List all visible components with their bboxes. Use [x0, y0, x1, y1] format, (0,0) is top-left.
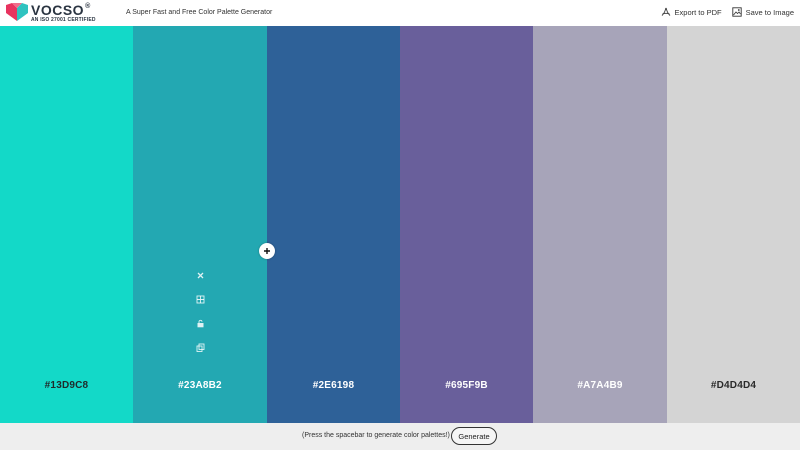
export-pdf-label: Export to PDF [674, 7, 722, 17]
close-tool-button[interactable] [195, 270, 205, 280]
add-color-button[interactable] [259, 243, 275, 259]
hex-code-label[interactable]: #23A8B2 [133, 380, 267, 391]
grid-tool-button[interactable] [195, 294, 205, 304]
copy-tool-button[interactable] [195, 342, 205, 352]
logo-subtitle: AN ISO 27001 CERTIFIED [31, 17, 96, 23]
hex-code-label[interactable]: #D4D4D4 [667, 380, 800, 391]
logo-registered-mark: ® [85, 3, 91, 10]
hex-code-label[interactable]: #A7A4B9 [533, 380, 667, 391]
color-swatch[interactable]: #A7A4B9 [533, 26, 667, 423]
copy-icon [196, 343, 204, 352]
vocso-logo-mark-icon [6, 3, 28, 21]
close-icon [197, 272, 203, 278]
color-swatch[interactable]: #13D9C8 [0, 26, 133, 423]
header-actions: Export to PDF Save to Image [661, 7, 794, 17]
lock-tool-button[interactable] [195, 318, 205, 328]
pdf-icon [661, 7, 670, 16]
grid-icon [196, 295, 204, 303]
spacebar-hint: (Press the spacebar to generate color pa… [302, 432, 450, 439]
tagline: A Super Fast and Free Color Palette Gene… [126, 9, 273, 16]
hex-code-label[interactable]: #695F9B [400, 380, 533, 391]
generate-button[interactable]: Generate [451, 427, 497, 445]
save-image-label: Save to Image [745, 7, 794, 17]
hex-code-label[interactable]: #2E6198 [267, 380, 400, 391]
footer-bar: (Press the spacebar to generate color pa… [0, 423, 800, 450]
lock-icon [197, 319, 203, 327]
logo-wordmark: VOCSO [31, 2, 85, 18]
hex-code-label[interactable]: #13D9C8 [0, 380, 133, 391]
app-header: VOCSO ® AN ISO 27001 CERTIFIED A Super F… [0, 0, 800, 26]
color-swatch[interactable]: #23A8B2 [133, 26, 267, 423]
vocso-logo[interactable]: VOCSO ® AN ISO 27001 CERTIFIED [6, 3, 106, 23]
color-palette: #13D9C8 #23A8B2 #2E6198 #695F9B #A7A4B9 #D4D4… [0, 26, 800, 423]
export-pdf-button[interactable]: Export to PDF [661, 7, 722, 17]
color-swatch[interactable]: #2E6198 [267, 26, 400, 423]
save-image-button[interactable]: Save to Image [731, 7, 794, 17]
plus-icon [264, 248, 270, 254]
color-swatch[interactable]: #695F9B [400, 26, 533, 423]
swatch-tools [133, 270, 267, 352]
image-icon [731, 7, 742, 17]
color-swatch[interactable]: #D4D4D4 [667, 26, 800, 423]
